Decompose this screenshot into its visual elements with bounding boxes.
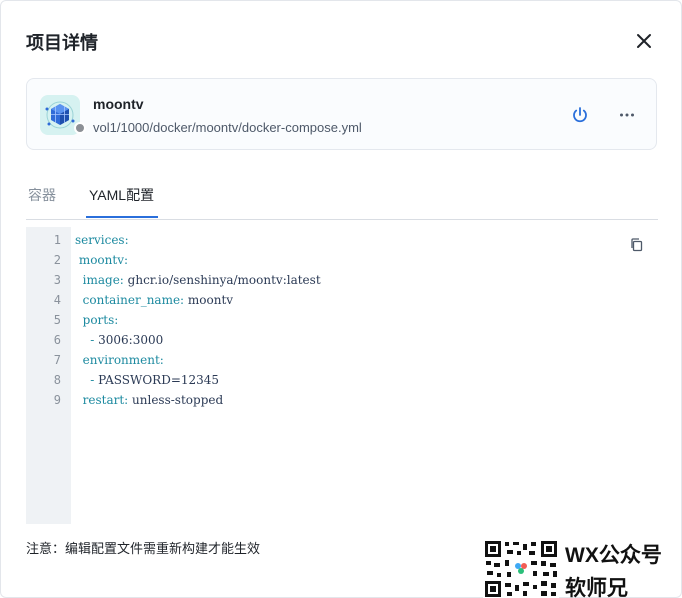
- power-button[interactable]: [570, 105, 590, 125]
- dialog-title: 项目详情: [26, 33, 98, 53]
- yaml-value: 3006:3000: [98, 333, 164, 347]
- code-line: image: ghcr.io/senshinya/moontv:latest: [75, 273, 321, 287]
- power-icon: [573, 107, 587, 123]
- yaml-list-dash: -: [90, 333, 99, 347]
- yaml-list-dash: -: [90, 373, 99, 387]
- line-number: 6: [53, 333, 61, 347]
- status-indicator: [74, 122, 86, 134]
- line-number: 9: [53, 393, 61, 407]
- code-line: restart: unless-stopped: [75, 393, 224, 407]
- code-line: services:: [75, 233, 129, 247]
- line-number-gutter: 1 2 3 4 5 6 7 8 9: [26, 227, 71, 524]
- copy-icon: [631, 238, 643, 252]
- yaml-value: PASSWORD=12345: [98, 373, 220, 387]
- yaml-key: container_name:: [82, 293, 185, 307]
- copy-button[interactable]: [629, 237, 645, 253]
- line-number: 2: [53, 253, 61, 267]
- yaml-key: ports:: [82, 313, 119, 327]
- code-line: environment:: [75, 353, 164, 367]
- qr-code-icon: [483, 539, 559, 598]
- code-line: ports:: [75, 313, 119, 327]
- code-line: moontv:: [75, 253, 128, 267]
- line-number: 1: [53, 233, 61, 247]
- line-number: 4: [53, 293, 61, 307]
- line-number: 3: [53, 273, 61, 287]
- edit-note: 注意：编辑配置文件需重新构建才能生效: [26, 541, 261, 556]
- close-icon: [637, 34, 651, 48]
- project-name: moontv: [93, 96, 144, 112]
- tab-containers[interactable]: 容器: [28, 185, 56, 205]
- yaml-key: moontv:: [78, 253, 129, 267]
- yaml-key: image:: [82, 273, 124, 287]
- tab-bar: 容器 YAML配置: [26, 173, 658, 220]
- more-horizontal-icon: [620, 113, 634, 117]
- yaml-key: environment:: [82, 353, 164, 367]
- active-tab-indicator: [86, 216, 158, 218]
- line-number: 7: [53, 353, 61, 367]
- yaml-value: ghcr.io/senshinya/moontv:latest: [123, 273, 321, 287]
- watermark-title: WX公众号: [565, 544, 662, 567]
- line-number: 8: [53, 373, 61, 387]
- yaml-value: moontv: [184, 293, 234, 307]
- code-line: - PASSWORD=12345: [75, 373, 219, 387]
- project-detail-dialog: 项目详情 moontv vol1/1000/docker/moontv/dock…: [0, 0, 682, 598]
- tab-yaml-config[interactable]: YAML配置: [89, 185, 154, 205]
- project-card: moontv vol1/1000/docker/moontv/docker-co…: [26, 78, 657, 150]
- close-button[interactable]: [633, 30, 655, 52]
- more-button[interactable]: [617, 105, 637, 125]
- watermark: WX公众号 软师兄: [483, 539, 682, 598]
- code-line: - 3006:3000: [75, 333, 163, 347]
- line-number: 5: [53, 313, 61, 327]
- yaml-key: restart:: [82, 393, 129, 407]
- project-path: vol1/1000/docker/moontv/docker-compose.y…: [93, 120, 362, 135]
- watermark-subtitle: 软师兄: [565, 577, 628, 598]
- yaml-editor[interactable]: 1 2 3 4 5 6 7 8 9 services: moontv: imag…: [26, 227, 658, 524]
- code-line: container_name: moontv: [75, 293, 233, 307]
- yaml-value: unless-stopped: [128, 393, 224, 407]
- yaml-key: services:: [75, 233, 129, 247]
